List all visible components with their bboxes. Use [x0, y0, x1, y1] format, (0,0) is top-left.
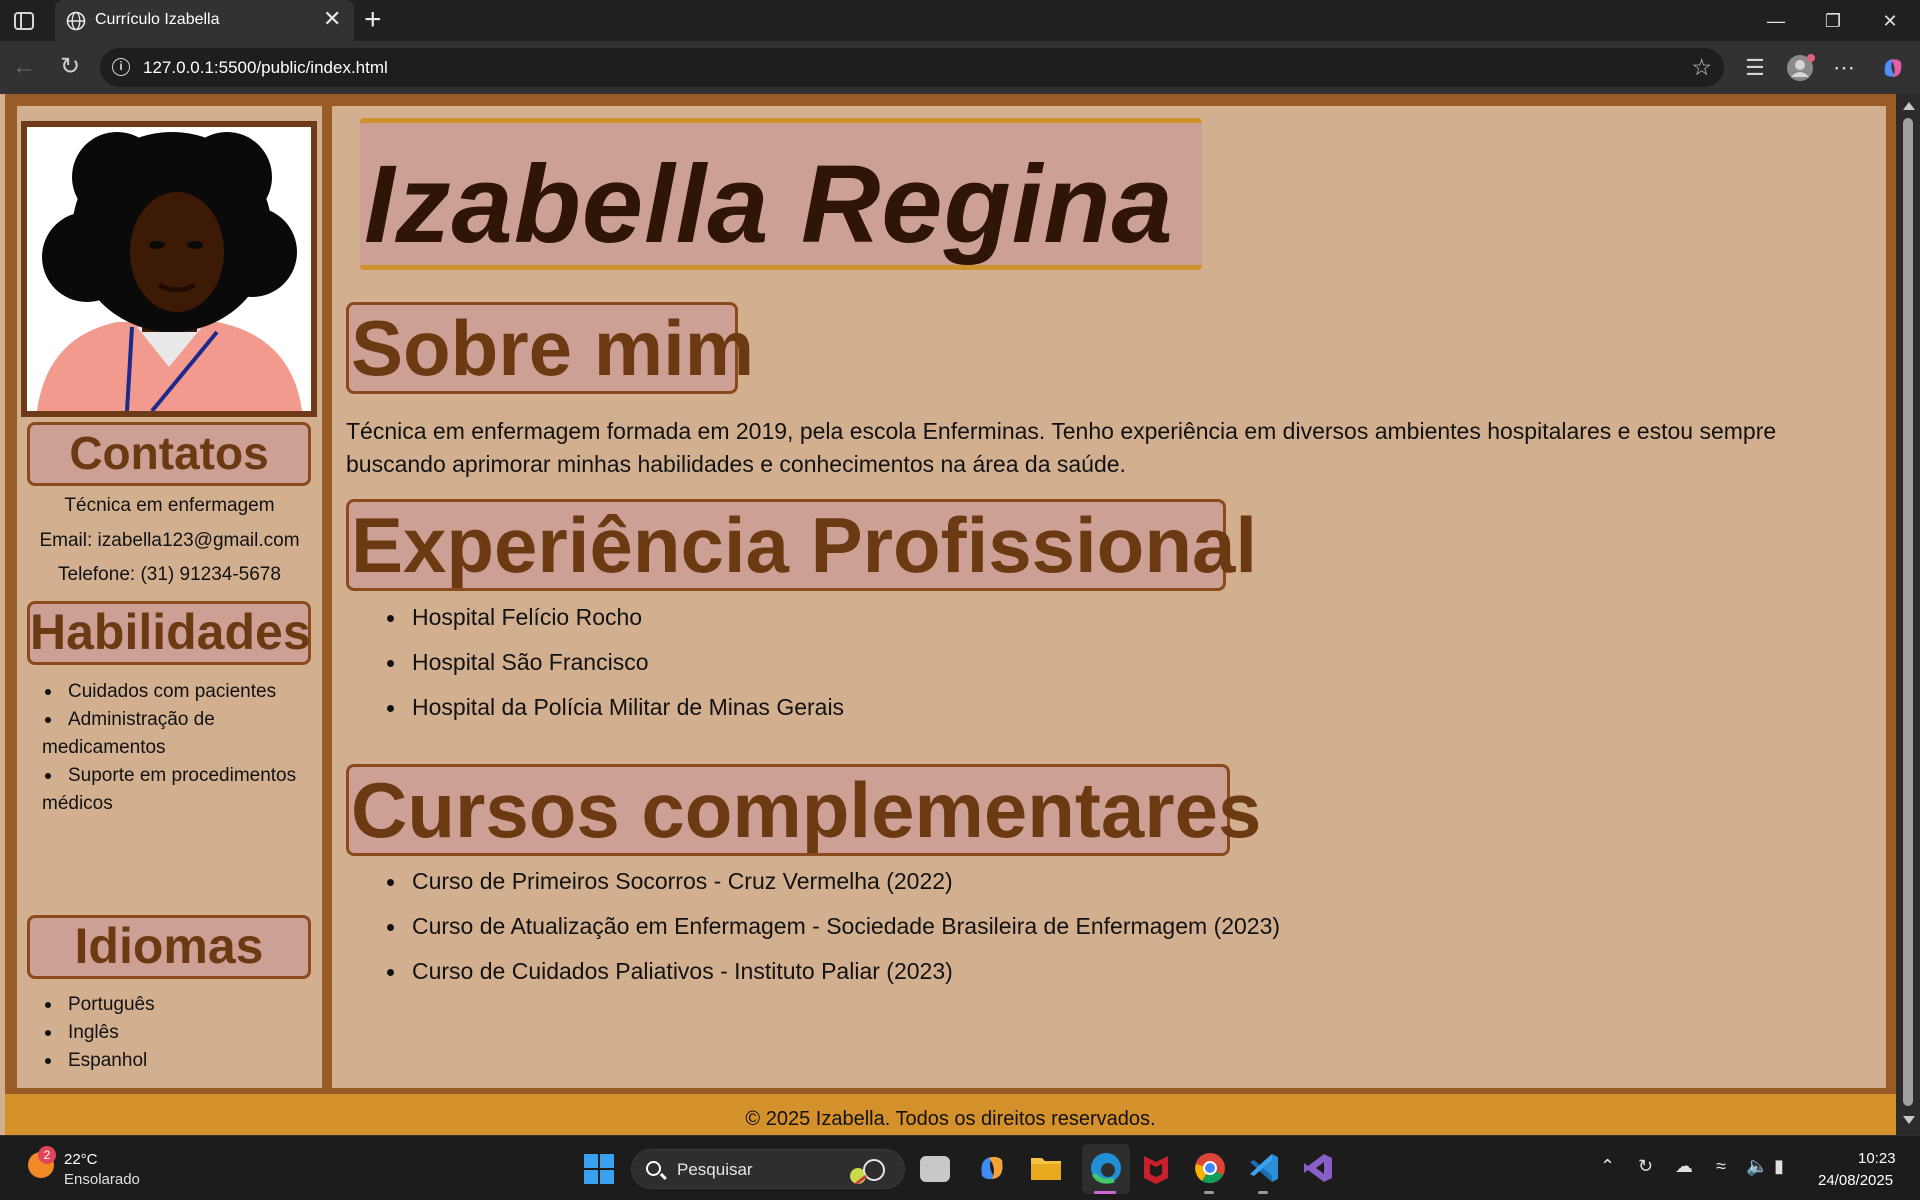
restore-icon[interactable]: ❐ [1813, 6, 1853, 36]
skills-list: Cuidados com pacientes Administração de … [42, 678, 312, 818]
search-icon [646, 1161, 661, 1176]
weather-temperature: 22°C [64, 1151, 98, 1168]
main-content: Izabella Regina Sobre mim Técnica em enf… [332, 106, 1886, 1088]
file-explorer-icon[interactable] [1028, 1150, 1064, 1186]
clock-date[interactable]: 24/08/2025 [1818, 1172, 1893, 1189]
about-text: Técnica em enfermagem formada em 2019, p… [346, 418, 1777, 477]
url-field[interactable]: i 127.0.0.1:5500/public/index.html ☆ [100, 48, 1724, 87]
show-hidden-icons-icon[interactable]: ⌃ [1600, 1156, 1615, 1177]
edge-active-indicator [1094, 1191, 1116, 1194]
edge-icon[interactable] [1088, 1150, 1124, 1186]
list-item: Curso de Atualização em Enfermagem - Soc… [387, 904, 1787, 949]
list-item: Hospital da Polícia Militar de Minas Ger… [387, 685, 1787, 730]
page-footer: © 2025 Izabella. Todos os direitos reser… [5, 1094, 1896, 1135]
chrome-icon[interactable] [1192, 1150, 1228, 1186]
search-placeholder: Pesquisar [677, 1160, 753, 1179]
list-item: Curso de Primeiros Socorros - Cruz Verme… [387, 859, 1787, 904]
list-item: Espanhol [42, 1047, 312, 1075]
url-text: 127.0.0.1:5500/public/index.html [143, 58, 388, 77]
courses-list: Curso de Primeiros Socorros - Cruz Verme… [387, 859, 1787, 994]
profile-avatar-icon[interactable] [1783, 51, 1817, 85]
weather-description: Ensolarado [64, 1171, 140, 1188]
site-info-icon[interactable]: i [112, 58, 130, 76]
tab-title: Currículo Izabella [95, 11, 220, 28]
onedrive-icon[interactable]: ☁ [1675, 1156, 1693, 1177]
contacts-heading: Contatos [27, 422, 311, 486]
start-icon[interactable] [584, 1154, 614, 1184]
profile-photo [21, 121, 317, 417]
more-options-icon[interactable]: ⋯ [1827, 51, 1861, 85]
scroll-up-icon[interactable] [1903, 102, 1915, 110]
list-item: Curso de Cuidados Paliativos - Instituto… [387, 949, 1787, 994]
mcafee-icon[interactable] [1138, 1150, 1174, 1186]
visual-studio-icon[interactable] [1300, 1150, 1336, 1186]
about-heading: Sobre mim [346, 302, 754, 394]
name-banner: Izabella Regina [360, 118, 1202, 270]
minimize-icon[interactable]: — [1756, 6, 1796, 36]
browser-tab-bar: Currículo Izabella ✕ + — ❐ ✕ [0, 0, 1920, 41]
tab-actions-icon[interactable] [12, 10, 38, 32]
wifi-icon[interactable]: ≈ [1716, 1156, 1726, 1177]
languages-heading: Idiomas [27, 915, 311, 979]
search-highlight-icon [850, 1159, 885, 1184]
page-title: Izabella Regina [364, 143, 1174, 266]
list-item: Administração de medicamentos [42, 706, 312, 762]
copilot-app-icon[interactable] [974, 1150, 1010, 1186]
languages-list: Português Inglês Espanhol [42, 991, 312, 1075]
back-icon[interactable]: ← [8, 51, 40, 83]
taskbar: 2 22°C Ensolarado Pesquisar ⌃ ↻ ☁ ≈ 🔈 ▮ … [0, 1135, 1920, 1200]
phone-text: Telefone: (31) 91234-5678 [58, 564, 281, 585]
skills-heading: Habilidades [27, 601, 311, 665]
weather-badge: 2 [38, 1146, 56, 1164]
sidebar: Contatos Técnica em enfermagem Email: iz… [17, 106, 322, 1088]
new-tab-button[interactable]: + [364, 5, 382, 35]
vscode-icon[interactable] [1246, 1150, 1282, 1186]
globe-icon [66, 11, 86, 31]
battery-icon[interactable]: ▮ [1774, 1156, 1784, 1177]
list-item: Inglês [42, 1019, 312, 1047]
browser-tab[interactable]: Currículo Izabella ✕ [55, 0, 354, 41]
list-item: Cuidados com pacientes [42, 678, 312, 706]
refresh-icon[interactable]: ↻ [54, 51, 86, 83]
list-item: Português [42, 991, 312, 1019]
sync-icon[interactable]: ↻ [1638, 1156, 1653, 1177]
page-viewport: Contatos Técnica em enfermagem Email: iz… [0, 94, 1920, 1135]
taskbar-search[interactable]: Pesquisar [631, 1149, 905, 1189]
volume-icon[interactable]: 🔈 [1746, 1156, 1768, 1177]
list-item: Hospital Felício Rocho [387, 595, 1787, 640]
experience-heading: Experiência Profissional [346, 499, 1257, 591]
close-window-icon[interactable]: ✕ [1870, 6, 1910, 36]
address-bar: ← ↻ i 127.0.0.1:5500/public/index.html ☆… [0, 41, 1920, 94]
vscode-running-indicator [1258, 1191, 1268, 1194]
tab-close-icon[interactable]: ✕ [323, 8, 341, 30]
experience-list: Hospital Felício Rocho Hospital São Fran… [387, 595, 1787, 730]
email-text: Email: izabella123@gmail.com [39, 530, 300, 551]
scroll-thumb[interactable] [1903, 118, 1913, 1106]
favorites-icon[interactable]: ☰ [1738, 51, 1772, 85]
page-scrollbar[interactable] [1896, 94, 1920, 1135]
clock-time[interactable]: 10:23 [1858, 1150, 1896, 1167]
list-item: Suporte em procedimentos médicos [42, 762, 312, 818]
courses-heading: Cursos complementares [346, 764, 1261, 856]
list-item: Hospital São Francisco [387, 640, 1787, 685]
copilot-icon[interactable] [1876, 51, 1910, 85]
chrome-running-indicator [1204, 1191, 1214, 1194]
task-view-icon[interactable] [920, 1156, 950, 1182]
scroll-down-icon[interactable] [1903, 1116, 1915, 1124]
favorite-star-icon[interactable]: ☆ [1691, 54, 1712, 81]
role-text: Técnica em enfermagem [64, 495, 275, 516]
